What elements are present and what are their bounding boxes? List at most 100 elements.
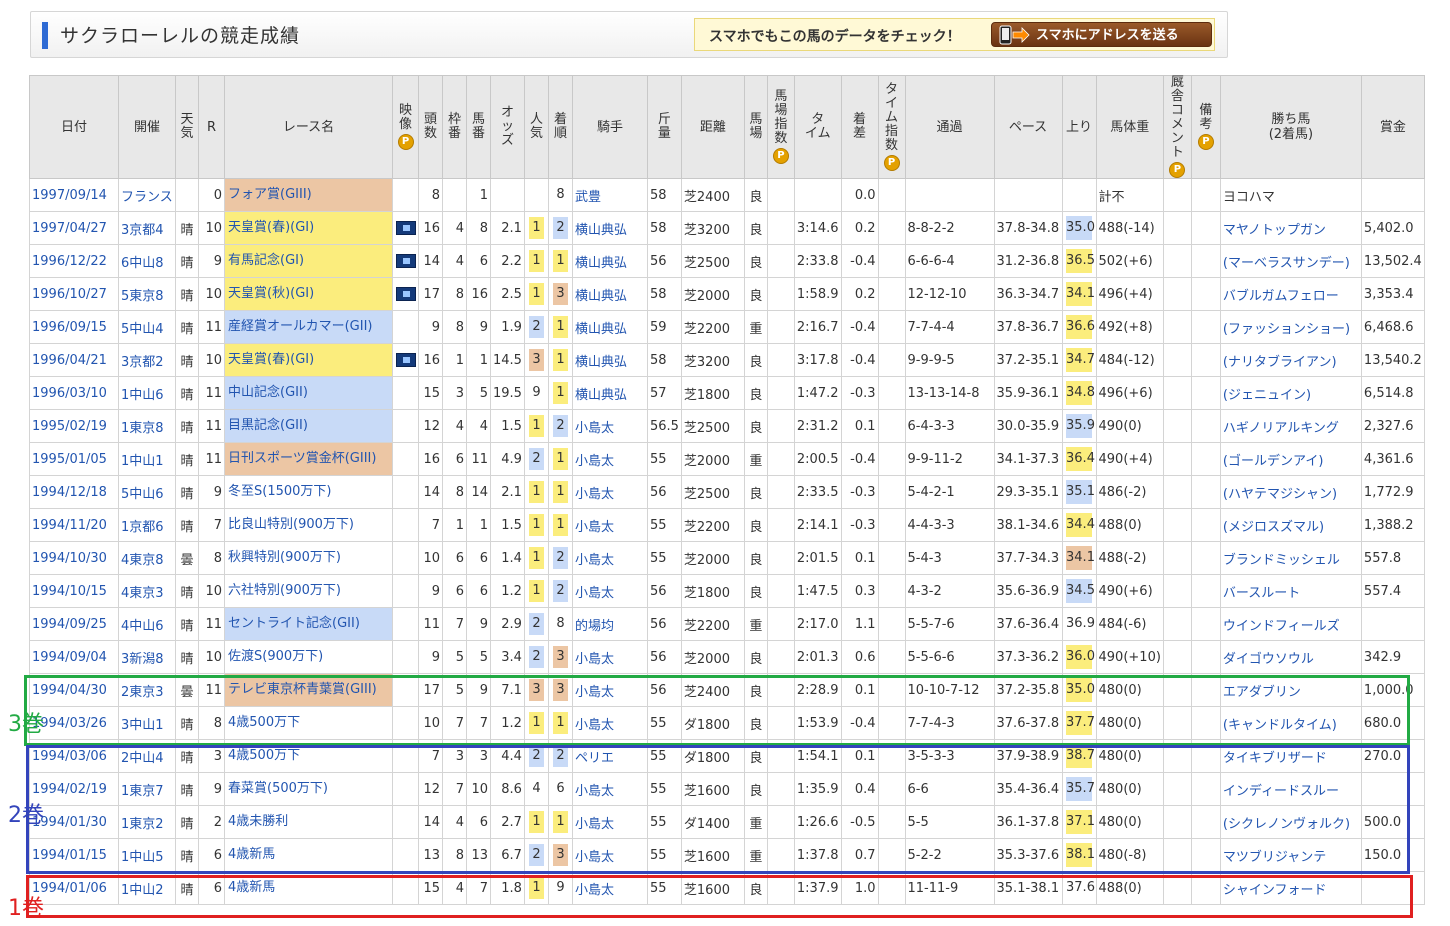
video-icon[interactable] — [395, 353, 416, 367]
race-name-cell[interactable]: 天皇賞(春)(GI) — [224, 211, 393, 245]
race-name-link[interactable]: 天皇賞(秋)(GI) — [226, 280, 318, 308]
venue-link[interactable]: 1京都6 — [118, 508, 176, 542]
race-name-link[interactable]: 産経賞オールカマー(GII) — [226, 313, 376, 341]
date-link[interactable]: 1997/04/27 — [29, 211, 119, 245]
winner-link[interactable]: (メジロスズマル) — [1219, 508, 1362, 542]
race-name-link[interactable]: 佐渡S(900万下) — [226, 643, 327, 671]
race-name-cell[interactable]: セントライト記念(GII) — [224, 607, 393, 641]
race-name-cell[interactable]: 六社特別(900万下) — [224, 574, 393, 608]
winner-link[interactable]: バブルガムフェロー — [1219, 277, 1362, 311]
date-link[interactable]: 1996/04/21 — [29, 343, 119, 377]
date-link[interactable]: 1994/09/25 — [29, 607, 119, 641]
race-name-cell[interactable]: 日刊スポーツ賞金杯(GIII) — [224, 442, 393, 476]
date-link[interactable]: 1994/09/04 — [29, 640, 119, 674]
winner-link[interactable]: ブランドミッシェル — [1219, 541, 1362, 575]
race-name-link[interactable]: 秋興特別(900万下) — [226, 544, 344, 572]
winner-link[interactable]: バースルート — [1219, 574, 1362, 608]
race-name-cell[interactable]: 秋興特別(900万下) — [224, 541, 393, 575]
date-link[interactable]: 1994/12/18 — [29, 475, 119, 509]
winner-link[interactable]: ウインドフィールズ — [1219, 607, 1362, 641]
jockey-link[interactable]: 小島太 — [571, 574, 648, 608]
race-name-link[interactable]: 中山記念(GII) — [226, 379, 311, 407]
venue-link[interactable]: 5中山6 — [118, 475, 176, 509]
race-name-cell[interactable]: 比良山特別(900万下) — [224, 508, 393, 542]
date-link[interactable]: 1994/10/15 — [29, 574, 119, 608]
race-name-cell[interactable]: 天皇賞(春)(GI) — [224, 343, 393, 377]
venue-link[interactable]: 3新潟8 — [118, 640, 176, 674]
winner-link[interactable]: ダイゴウソウル — [1219, 640, 1362, 674]
venue-link[interactable]: 4中山6 — [118, 607, 176, 641]
video-cell[interactable] — [392, 211, 419, 245]
venue-link[interactable]: フランス — [118, 178, 176, 212]
race-name-link[interactable]: 目黒記念(GII) — [226, 412, 311, 440]
winner-link[interactable]: ハギノリアルキング — [1219, 409, 1362, 443]
venue-link[interactable]: 1東京8 — [118, 409, 176, 443]
date-link[interactable]: 1994/10/30 — [29, 541, 119, 575]
date-link[interactable]: 1996/03/10 — [29, 376, 119, 410]
jockey-link[interactable]: 小島太 — [571, 442, 648, 476]
race-name-link[interactable]: 有馬記念(GI) — [226, 247, 308, 275]
video-icon[interactable] — [395, 221, 416, 235]
venue-link[interactable]: 1中山6 — [118, 376, 176, 410]
video-icon[interactable] — [395, 254, 416, 268]
video-cell[interactable] — [392, 343, 419, 377]
venue-link[interactable]: 1中山1 — [118, 442, 176, 476]
winner-link[interactable]: (マーベラスサンデー) — [1219, 244, 1362, 278]
winner-link[interactable]: (ゴールデンアイ) — [1219, 442, 1362, 476]
race-name-cell[interactable]: 有馬記念(GI) — [224, 244, 393, 278]
premium-p-icon[interactable]: P — [772, 148, 789, 164]
winner-link[interactable]: (ナリタブライアン) — [1219, 343, 1362, 377]
winner-link[interactable]: (ジェニュイン) — [1219, 376, 1362, 410]
race-name-cell[interactable]: フォア賞(GIII) — [224, 178, 393, 212]
jockey-link[interactable]: 小島太 — [571, 409, 648, 443]
venue-link[interactable]: 5東京8 — [118, 277, 176, 311]
date-link[interactable]: 1996/09/15 — [29, 310, 119, 344]
date-link[interactable]: 1995/02/19 — [29, 409, 119, 443]
jockey-link[interactable]: 横山典弘 — [571, 376, 648, 410]
jockey-link[interactable]: 小島太 — [571, 541, 648, 575]
date-link[interactable]: 1996/10/27 — [29, 277, 119, 311]
race-name-link[interactable]: 比良山特別(900万下) — [226, 511, 357, 539]
race-name-cell[interactable]: 産経賞オールカマー(GII) — [224, 310, 393, 344]
race-name-link[interactable]: 六社特別(900万下) — [226, 577, 344, 605]
race-name-link[interactable]: 天皇賞(春)(GI) — [226, 346, 318, 374]
jockey-link[interactable]: 横山典弘 — [571, 277, 648, 311]
date-link[interactable]: 1996/12/22 — [29, 244, 119, 278]
video-cell[interactable] — [392, 244, 419, 278]
video-cell[interactable] — [392, 277, 419, 311]
jockey-link[interactable]: 横山典弘 — [571, 211, 648, 245]
jockey-link[interactable]: 的場均 — [571, 607, 648, 641]
premium-p-icon[interactable]: P — [1169, 162, 1186, 178]
venue-link[interactable]: 4東京8 — [118, 541, 176, 575]
send-to-smartphone-button[interactable]: スマホにアドレスを送る — [991, 22, 1212, 47]
winner-link[interactable]: マヤノトップガン — [1219, 211, 1362, 245]
date-link[interactable]: 1994/11/20 — [29, 508, 119, 542]
premium-p-icon[interactable]: P — [1197, 134, 1214, 150]
race-name-cell[interactable]: 天皇賞(秋)(GI) — [224, 277, 393, 311]
venue-link[interactable]: 6中山8 — [118, 244, 176, 278]
jockey-link[interactable]: 横山典弘 — [571, 244, 648, 278]
jockey-link[interactable]: 横山典弘 — [571, 343, 648, 377]
venue-link[interactable]: 3京都2 — [118, 343, 176, 377]
race-name-link[interactable]: セントライト記念(GII) — [226, 610, 363, 638]
race-name-cell[interactable]: 目黒記念(GII) — [224, 409, 393, 443]
race-name-cell[interactable]: 冬至S(1500万下) — [224, 475, 393, 509]
video-icon[interactable] — [395, 287, 416, 301]
jockey-link[interactable]: 小島太 — [571, 475, 648, 509]
jockey-link[interactable]: 横山典弘 — [571, 310, 648, 344]
premium-p-icon[interactable]: P — [397, 134, 414, 150]
race-name-link[interactable]: 天皇賞(春)(GI) — [226, 214, 318, 242]
jockey-link[interactable]: 武豊 — [571, 178, 648, 212]
race-name-link[interactable]: 日刊スポーツ賞金杯(GIII) — [226, 445, 380, 473]
winner-link[interactable]: (ファッションショー) — [1219, 310, 1362, 344]
race-name-link[interactable]: 冬至S(1500万下) — [226, 478, 335, 506]
winner-link[interactable]: (ハヤテマジシャン) — [1219, 475, 1362, 509]
race-name-link[interactable]: フォア賞(GIII) — [226, 181, 315, 209]
venue-link[interactable]: 5中山4 — [118, 310, 176, 344]
premium-p-icon[interactable]: P — [883, 155, 900, 171]
venue-link[interactable]: 3京都4 — [118, 211, 176, 245]
race-name-cell[interactable]: 佐渡S(900万下) — [224, 640, 393, 674]
race-name-cell[interactable]: 中山記念(GII) — [224, 376, 393, 410]
date-link[interactable]: 1995/01/05 — [29, 442, 119, 476]
jockey-link[interactable]: 小島太 — [571, 640, 648, 674]
